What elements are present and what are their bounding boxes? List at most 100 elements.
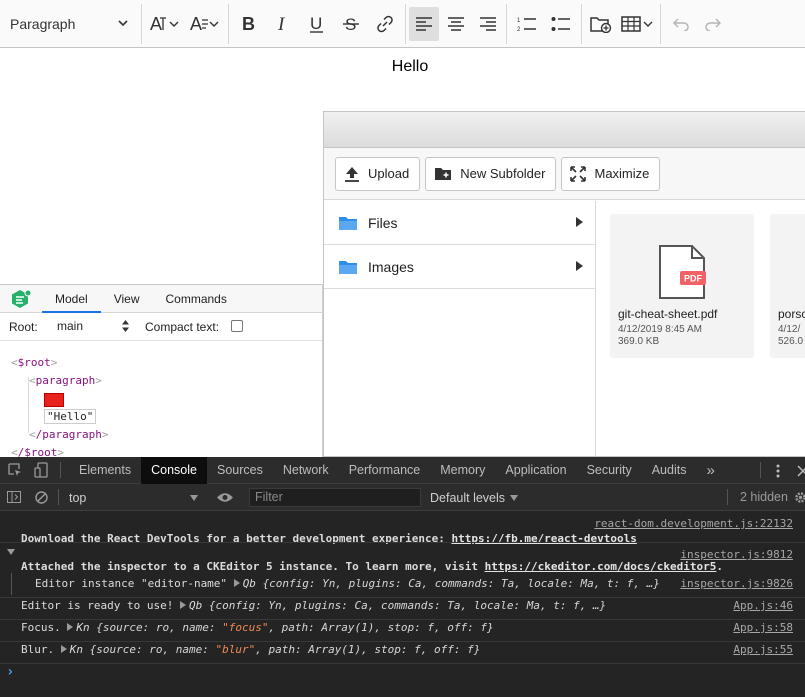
- message-link[interactable]: https://ckeditor.com/docs/ckeditor5: [485, 560, 717, 573]
- eye-icon[interactable]: [216, 492, 234, 503]
- strikethrough-button[interactable]: S: [334, 7, 368, 41]
- tab-audits[interactable]: Audits: [642, 457, 697, 484]
- console-message: App.js:46 Editor is ready to use! Qb {co…: [0, 599, 805, 617]
- device-toolbar-icon[interactable]: [34, 462, 48, 478]
- sidebar-toggle-icon[interactable]: [7, 491, 21, 503]
- tree-root-open[interactable]: <$root>: [11, 354, 322, 372]
- clear-console-icon[interactable]: [35, 490, 48, 504]
- pdf-badge: PDF: [684, 274, 703, 284]
- console-prompt[interactable]: ›: [6, 664, 14, 680]
- source-link[interactable]: App.js:58: [733, 621, 793, 634]
- expand-arrow-icon[interactable]: [576, 217, 583, 227]
- file-manager-dialog: Upload New Subfolder Maximize Files Imag…: [323, 111, 805, 457]
- bulleted-list-button[interactable]: [544, 7, 578, 41]
- message-text: Blur. Kn {source: ro, name: "blur", path…: [21, 643, 481, 656]
- compact-text-checkbox[interactable]: [231, 320, 243, 332]
- font-family-icon: A: [190, 14, 219, 34]
- tree-root-close[interactable]: </$root>: [11, 444, 322, 457]
- console-message: inspector.js:9826 Editor instance "edito…: [0, 577, 805, 595]
- file-card[interactable]: PDF git-cheat-sheet.pdf 4/12/2019 8:45 A…: [610, 214, 754, 358]
- editor-content[interactable]: Hello: [0, 58, 805, 76]
- expand-arrow-icon[interactable]: [576, 261, 583, 271]
- tab-console[interactable]: Console: [141, 456, 207, 484]
- heading-dropdown[interactable]: Paragraph: [0, 7, 138, 41]
- maximize-icon: [570, 165, 587, 182]
- font-size-button[interactable]: A: [145, 7, 185, 41]
- numbered-list-button[interactable]: 12: [510, 7, 544, 41]
- context-selector[interactable]: top: [62, 484, 202, 511]
- more-tabs-button[interactable]: »: [696, 457, 724, 484]
- ckeditor-logo-icon: [12, 289, 32, 308]
- underline-button[interactable]: U: [300, 7, 334, 41]
- console-group[interactable]: inspector.js:9812 Attached the inspector…: [0, 546, 805, 573]
- tab-view[interactable]: View: [101, 285, 153, 312]
- tree-text-node[interactable]: "Hello": [11, 408, 322, 426]
- folder-item-files[interactable]: Files: [324, 201, 595, 245]
- table-icon: [621, 15, 653, 32]
- expand-object-icon[interactable]: [179, 601, 186, 609]
- devtools-tabs: Elements Console Sources Network Perform…: [0, 456, 805, 484]
- file-name: porsc: [778, 307, 805, 321]
- inspect-element-icon[interactable]: [8, 463, 22, 477]
- log-levels-select[interactable]: Default levels: [430, 484, 519, 511]
- message-link[interactable]: https://fb.me/react-devtools: [451, 532, 636, 545]
- tab-elements[interactable]: Elements: [69, 457, 141, 484]
- tree-paragraph-close[interactable]: </paragraph>: [11, 426, 322, 444]
- align-left-icon: [416, 16, 432, 31]
- tab-commands[interactable]: Commands: [152, 285, 239, 312]
- dialog-titlebar[interactable]: [324, 112, 805, 148]
- maximize-button[interactable]: Maximize: [561, 156, 661, 191]
- source-link[interactable]: react-dom.development.js:22132: [594, 517, 793, 530]
- group-expanded-icon[interactable]: [7, 549, 15, 555]
- bold-button[interactable]: B: [232, 7, 266, 41]
- font-family-button[interactable]: A: [185, 7, 225, 41]
- tab-sources[interactable]: Sources: [207, 457, 273, 484]
- link-button[interactable]: [368, 7, 402, 41]
- tab-application[interactable]: Application: [495, 457, 576, 484]
- message-divider: [0, 597, 805, 598]
- upload-button[interactable]: Upload: [335, 156, 421, 191]
- console-filter-input[interactable]: Filter: [249, 488, 421, 507]
- tab-performance[interactable]: Performance: [339, 457, 431, 484]
- numbered-list-icon: 12: [517, 18, 536, 32]
- svg-text:U: U: [310, 15, 322, 33]
- kebab-menu-icon[interactable]: [776, 464, 780, 478]
- settings-gear-icon[interactable]: [794, 491, 805, 504]
- hidden-count: 2 hidden: [740, 490, 788, 504]
- expand-object-icon[interactable]: [67, 623, 74, 631]
- italic-button[interactable]: I: [266, 7, 300, 41]
- file-card[interactable]: porsc 4/12/ 526.0: [770, 214, 805, 358]
- redo-button[interactable]: [698, 7, 728, 41]
- context-value: top: [69, 490, 87, 505]
- file-manager-toolbar: Upload New Subfolder Maximize: [324, 148, 805, 200]
- expand-object-icon[interactable]: [233, 579, 240, 587]
- align-left-button[interactable]: [409, 6, 439, 41]
- root-select[interactable]: main: [57, 316, 133, 336]
- align-center-button[interactable]: [439, 7, 473, 41]
- tree-guide-line: [28, 377, 29, 433]
- insert-file-button[interactable]: [585, 7, 617, 41]
- new-subfolder-button[interactable]: New Subfolder: [425, 156, 557, 191]
- align-right-button[interactable]: [473, 7, 503, 41]
- maximize-button-label: Maximize: [594, 166, 650, 181]
- toolbar-divider: [581, 3, 582, 44]
- source-link[interactable]: inspector.js:9826: [680, 577, 793, 590]
- insert-table-button[interactable]: [617, 7, 657, 41]
- source-link[interactable]: App.js:46: [733, 599, 793, 612]
- toolbar-divider: [228, 3, 229, 44]
- new-folder-icon: [435, 168, 452, 180]
- model-tree: <$root> <paragraph> "Hello" </paragraph>…: [0, 341, 322, 457]
- toolbar-divider: [506, 3, 507, 44]
- tab-memory[interactable]: Memory: [430, 457, 495, 484]
- toolbar-divider: [141, 3, 142, 44]
- close-icon[interactable]: [797, 465, 805, 477]
- source-link[interactable]: App.js:55: [733, 643, 793, 656]
- expand-object-icon[interactable]: [60, 645, 67, 653]
- log-levels-label: Default levels: [430, 490, 506, 505]
- tab-model[interactable]: Model: [42, 285, 101, 313]
- tab-security[interactable]: Security: [577, 457, 642, 484]
- undo-button[interactable]: [664, 7, 698, 41]
- tab-network[interactable]: Network: [273, 457, 339, 484]
- tree-paragraph-open[interactable]: <paragraph>: [11, 372, 322, 390]
- folder-item-images[interactable]: Images: [324, 245, 595, 289]
